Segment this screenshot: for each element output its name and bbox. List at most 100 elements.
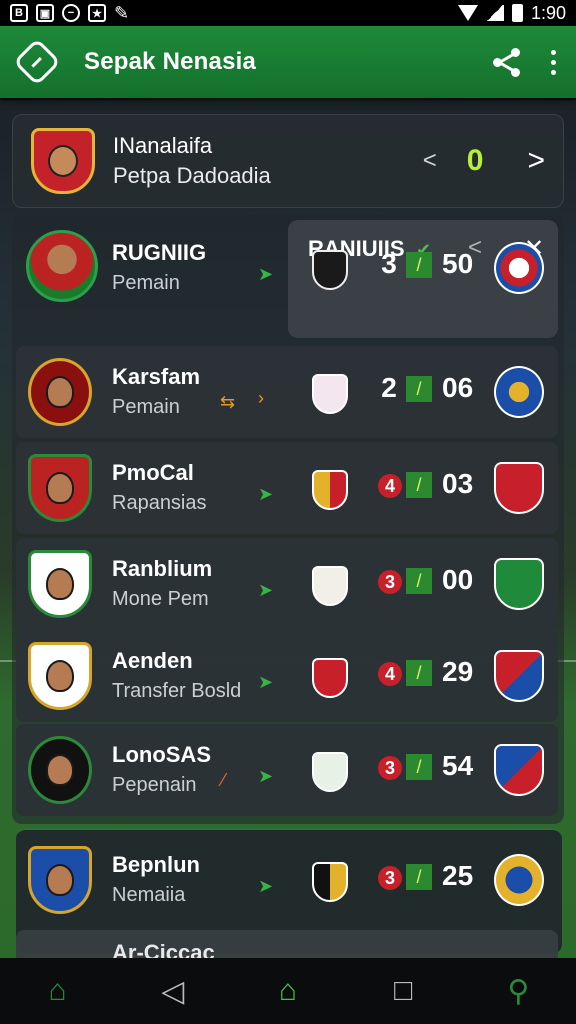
list-item[interactable]: LonoSAS Pepenain ⁄ ➤ 3 / 54: [16, 724, 558, 816]
more-options-icon[interactable]: [551, 49, 556, 75]
avatar: [28, 736, 92, 804]
away-club-crest: [494, 854, 544, 906]
home-score: 3: [378, 866, 402, 890]
away-score: 25: [442, 860, 474, 891]
chevron-right-icon[interactable]: ➤: [258, 580, 273, 601]
player-role: Pepenain: [112, 774, 197, 796]
away-score: 00: [442, 564, 474, 595]
player-role: Transfer Bosld: [112, 680, 242, 702]
share-icon[interactable]: [491, 46, 523, 78]
team-crest: [31, 128, 95, 194]
away-score: 03: [442, 468, 474, 499]
app-logo-icon[interactable]: [12, 37, 62, 87]
player-role: Mone Pem: [112, 588, 209, 610]
player-name: Bepnlun: [112, 852, 200, 877]
vs-icon: /: [406, 376, 432, 402]
home-club-crest: [312, 470, 348, 510]
home-club-crest: [312, 862, 348, 902]
home-score: 3: [381, 248, 397, 279]
home-club-crest: [312, 374, 348, 414]
list-item[interactable]: Bepnlun Nemaiia ➤ 3 / 25: [16, 834, 558, 926]
player-name: PmoCal: [112, 460, 194, 485]
away-club-crest: [494, 462, 544, 514]
home-score: 3: [378, 570, 402, 594]
avatar: [28, 846, 92, 914]
away-club-crest: [494, 650, 544, 702]
chevron-right-icon[interactable]: ➤: [258, 484, 273, 505]
battery-icon: [511, 4, 523, 22]
header-line-2: Petpa Dadoadia: [113, 163, 271, 188]
player-role: Pemain: [112, 272, 180, 294]
wifi-icon: [457, 5, 478, 21]
vs-icon: /: [406, 864, 432, 890]
prev-button[interactable]: <: [423, 147, 437, 175]
player-role: Nemaiia: [112, 884, 186, 906]
clock: 1:90: [530, 2, 566, 23]
app-title: Sepak Nenasia: [84, 48, 257, 75]
app-screen: B ▣ − ★ ✎ 1:90 Sepak Nenasia INanalaifa …: [0, 0, 576, 1024]
away-club-crest: [494, 744, 544, 796]
home-club-crest: [312, 658, 348, 698]
list-item[interactable]: PmoCal Rapansias ➤ 4 / 03: [16, 442, 558, 534]
match-header-card[interactable]: INanalaifa Petpa Dadoadia < 0 >: [12, 114, 564, 208]
player-name: Aenden: [112, 648, 193, 673]
away-score: 29: [442, 656, 474, 687]
player-name: Ar-Ciccac: [112, 940, 215, 958]
home-icon[interactable]: ⌂: [268, 971, 308, 1011]
app-bar: Sepak Nenasia: [0, 26, 576, 98]
avatar: [26, 230, 98, 302]
home-club-crest: [312, 250, 348, 290]
list-item[interactable]: Karsfam Pemain ⇆ › 2 / 06: [16, 346, 558, 438]
chevron-right-icon[interactable]: ›: [258, 388, 264, 409]
away-score: 54: [442, 750, 474, 781]
list-item[interactable]: Ranblium Mone Pem ➤ 3 / 00: [16, 538, 558, 630]
chevron-right-icon[interactable]: ➤: [258, 876, 273, 897]
player-role: Rapansias: [112, 492, 207, 514]
chevron-right-icon[interactable]: ➤: [258, 672, 273, 693]
home-club-crest: [312, 566, 348, 606]
vs-icon: /: [406, 754, 432, 780]
player-name: RUGNIIG: [112, 240, 207, 265]
avatar: [28, 454, 92, 522]
avatar: [28, 358, 92, 426]
search-icon[interactable]: ⚲: [498, 971, 538, 1011]
away-club-crest: [494, 242, 544, 294]
vs-icon: /: [406, 252, 432, 278]
away-score: 06: [442, 372, 474, 403]
next-button[interactable]: >: [527, 144, 545, 178]
list-item[interactable]: RUGNIIG Pemain ➤ 3 / 50: [16, 222, 558, 314]
home-outline-icon[interactable]: ⌂: [38, 971, 78, 1011]
home-score: 2: [381, 372, 397, 403]
player-name: LonoSAS: [112, 742, 211, 767]
avatar: [28, 550, 92, 618]
bottom-navigation: ⌂ ◁ ⌂ □ ⚲: [0, 958, 576, 1024]
avatar: [28, 642, 92, 710]
chevron-right-icon[interactable]: ➤: [258, 264, 273, 285]
list-item[interactable]: Aenden Transfer Bosld ➤ 4 / 29: [16, 630, 558, 722]
circle-icon: −: [62, 4, 80, 22]
swap-icon: ⇆: [220, 392, 236, 412]
image-icon: ▣: [36, 4, 54, 22]
vs-icon: /: [406, 568, 432, 594]
away-club-crest: [494, 558, 544, 610]
home-score: 3: [378, 756, 402, 780]
player-name: Ranblium: [112, 556, 213, 581]
back-icon[interactable]: ◁: [153, 971, 193, 1011]
signal-icon: [485, 5, 504, 21]
vs-icon: /: [406, 472, 432, 498]
status-bar: B ▣ − ★ ✎ 1:90: [0, 0, 576, 26]
header-score: 0: [466, 144, 484, 177]
list-item-partial[interactable]: Ar-Ciccac: [16, 930, 558, 958]
tool-icon: ✎: [114, 2, 130, 23]
chevron-right-icon[interactable]: ➤: [258, 766, 273, 787]
away-club-crest: [494, 366, 544, 418]
header-line-1: INanalaifa: [113, 133, 213, 158]
player-role: Pemain: [112, 396, 180, 418]
player-name: Karsfam: [112, 364, 201, 389]
home-club-crest: [312, 752, 348, 792]
away-score: 50: [442, 248, 474, 279]
b-icon: B: [10, 4, 28, 22]
home-score: 4: [378, 474, 402, 498]
slash-icon: ⁄: [222, 770, 226, 790]
recents-icon[interactable]: □: [383, 971, 423, 1011]
